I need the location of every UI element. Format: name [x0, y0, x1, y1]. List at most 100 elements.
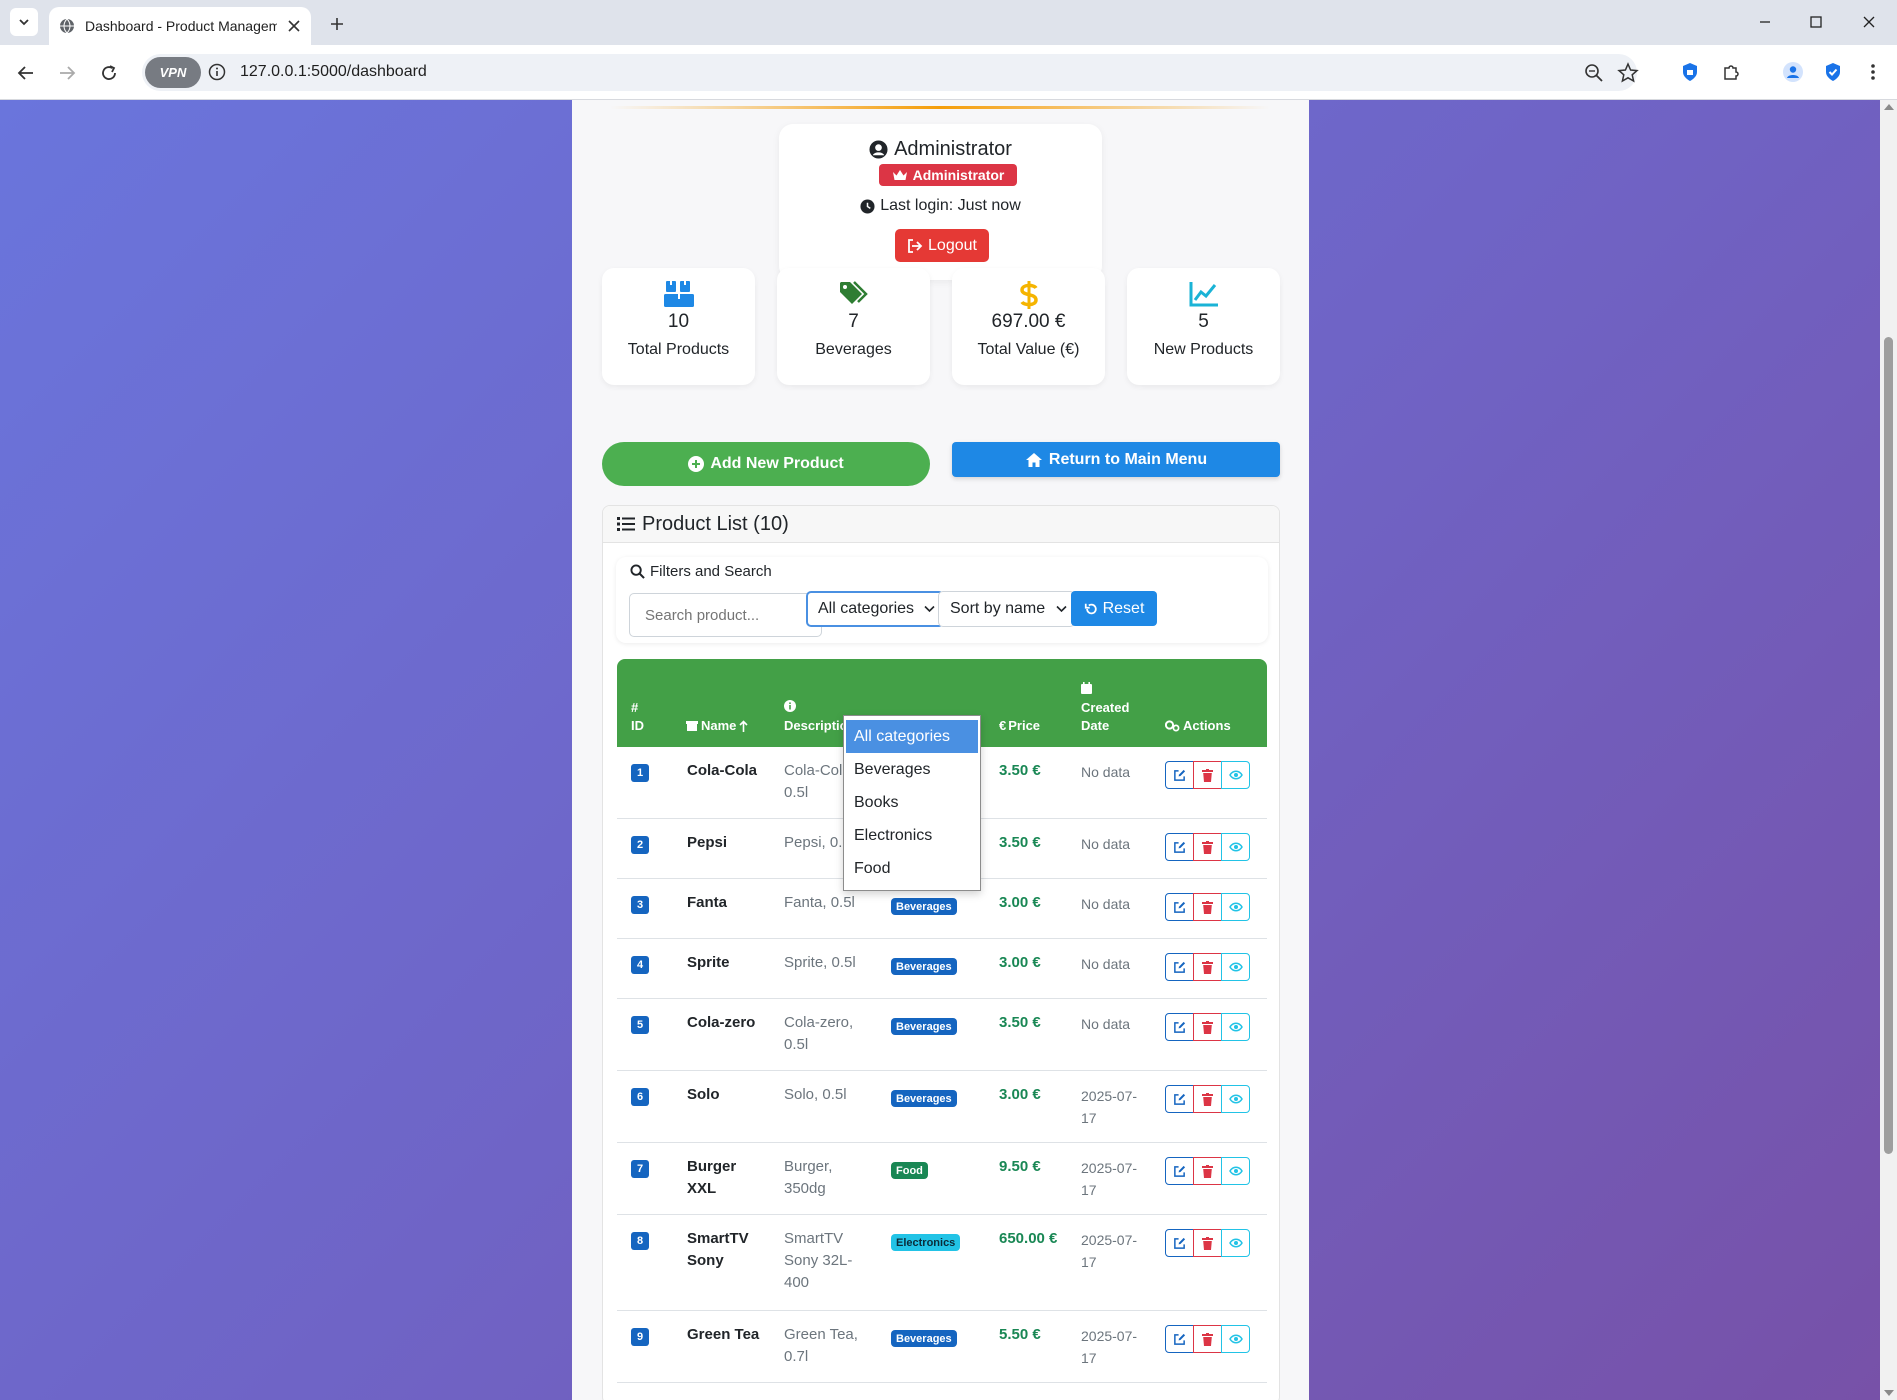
- info-icon[interactable]: [208, 63, 226, 81]
- stat-label: Beverages: [815, 341, 892, 358]
- puzzle-extensions-icon[interactable]: [1718, 59, 1744, 85]
- delete-button[interactable]: [1193, 1157, 1222, 1185]
- category-select[interactable]: All categories: [806, 591, 944, 627]
- row-actions: [1165, 833, 1253, 861]
- edit-button[interactable]: [1165, 1325, 1194, 1353]
- view-button[interactable]: [1221, 1013, 1250, 1041]
- product-list-header: Product List (10): [603, 506, 1279, 543]
- browser-menu-button[interactable]: [1860, 59, 1886, 85]
- new-tab-button[interactable]: [323, 10, 351, 38]
- view-button[interactable]: [1221, 1085, 1250, 1113]
- edit-button[interactable]: [1165, 953, 1194, 981]
- forward-button[interactable]: [52, 58, 82, 88]
- reload-button[interactable]: [94, 58, 124, 88]
- user-card: Administrator Administrator Last login: …: [779, 124, 1102, 280]
- tab-search-button[interactable]: [10, 8, 38, 36]
- zoom-icon[interactable]: [1583, 62, 1605, 84]
- view-button[interactable]: [1221, 1229, 1250, 1257]
- delete-button[interactable]: [1193, 1013, 1222, 1041]
- scrollbar-thumb[interactable]: [1884, 337, 1893, 1154]
- delete-button[interactable]: [1193, 1085, 1222, 1113]
- address-bar[interactable]: VPN 127.0.0.1:5000/dashboard: [142, 54, 1639, 91]
- url-text[interactable]: 127.0.0.1:5000/dashboard: [240, 63, 427, 81]
- column-header-id[interactable]: # ID: [631, 699, 644, 735]
- return-to-main-menu-button[interactable]: Return to Main Menu: [952, 442, 1280, 477]
- bookmark-star-icon[interactable]: [1617, 62, 1639, 84]
- plus-icon: [331, 18, 343, 30]
- profile-icon[interactable]: [1780, 59, 1806, 85]
- created-date: No data: [1081, 1016, 1131, 1032]
- scroll-down-arrow-icon[interactable]: [1884, 1390, 1894, 1396]
- delete-button[interactable]: [1193, 761, 1222, 789]
- edit-icon: [1174, 1021, 1186, 1033]
- view-button[interactable]: [1221, 953, 1250, 981]
- column-header-description[interactable]: Description: [784, 699, 844, 735]
- view-button[interactable]: [1221, 761, 1250, 789]
- category-option[interactable]: Food: [844, 852, 980, 885]
- product-price: 3.50 €: [999, 1014, 1041, 1031]
- delete-button[interactable]: [1193, 893, 1222, 921]
- category-option[interactable]: Books: [844, 786, 980, 819]
- edit-button[interactable]: [1165, 1229, 1194, 1257]
- plus-circle-icon: [688, 456, 705, 472]
- product-description: SmartTV Sony 32L-400: [784, 1230, 853, 1291]
- view-button[interactable]: [1221, 1157, 1250, 1185]
- minimize-button[interactable]: [1741, 6, 1789, 38]
- id-badge: 6: [631, 1088, 649, 1106]
- logout-button[interactable]: Logout: [895, 229, 989, 262]
- created-date: No data: [1081, 836, 1131, 852]
- category-option[interactable]: All categories: [846, 720, 978, 753]
- edit-icon: [1174, 961, 1186, 973]
- category-option[interactable]: Electronics: [844, 819, 980, 852]
- security-shield-icon[interactable]: [1820, 59, 1846, 85]
- category-select-value: All categories: [818, 600, 915, 617]
- delete-button[interactable]: [1193, 953, 1222, 981]
- delete-button[interactable]: [1193, 833, 1222, 861]
- shield-extension-icon[interactable]: [1677, 59, 1703, 85]
- created-date: No data: [1081, 764, 1131, 780]
- column-header-created-date[interactable]: Created Date: [1081, 681, 1151, 735]
- sort-select[interactable]: Sort by name: [938, 591, 1075, 627]
- edit-button[interactable]: [1165, 833, 1194, 861]
- delete-button[interactable]: [1193, 1229, 1222, 1257]
- edit-button[interactable]: [1165, 1157, 1194, 1185]
- list-icon: [617, 517, 635, 531]
- arrow-left-icon: [17, 66, 33, 80]
- row-actions: [1165, 953, 1253, 981]
- eye-icon: [1228, 1238, 1243, 1248]
- box-icon: [686, 721, 698, 731]
- dollar-icon: [1019, 281, 1038, 309]
- column-header-name[interactable]: Name: [686, 717, 748, 735]
- maximize-button[interactable]: [1792, 6, 1840, 38]
- view-button[interactable]: [1221, 1325, 1250, 1353]
- vpn-button[interactable]: VPN: [145, 57, 201, 88]
- edit-button[interactable]: [1165, 893, 1194, 921]
- stat-value: 697.00 €: [991, 311, 1066, 332]
- page-viewport: Administrator Administrator Last login: …: [0, 100, 1880, 1400]
- search-input[interactable]: [629, 593, 822, 637]
- category-badge: Beverages: [891, 958, 957, 975]
- view-button[interactable]: [1221, 893, 1250, 921]
- edit-button[interactable]: [1165, 1085, 1194, 1113]
- scroll-up-arrow-icon[interactable]: [1884, 104, 1894, 110]
- add-new-product-button[interactable]: Add New Product: [602, 442, 930, 486]
- page-scrollbar[interactable]: [1880, 100, 1897, 1400]
- trash-icon: [1202, 1332, 1213, 1346]
- table-row: 7 Burger XXL Burger, 350dg Food 9.50 € 2025-0…: [617, 1143, 1267, 1215]
- close-icon[interactable]: [287, 19, 301, 33]
- category-option[interactable]: Beverages: [844, 753, 980, 786]
- delete-button[interactable]: [1193, 1325, 1222, 1353]
- product-name: Cola-zero: [687, 1014, 756, 1031]
- edit-button[interactable]: [1165, 761, 1194, 789]
- reset-button[interactable]: Reset: [1071, 591, 1157, 626]
- back-button[interactable]: [11, 58, 41, 88]
- column-header-price[interactable]: € Price: [999, 717, 1040, 735]
- view-button[interactable]: [1221, 833, 1250, 861]
- id-badge: 4: [631, 956, 649, 974]
- edit-button[interactable]: [1165, 1013, 1194, 1041]
- product-description: Fanta, 0.5l: [784, 894, 855, 911]
- maximize-icon: [1810, 16, 1822, 28]
- product-name: SmartTV Sony: [687, 1230, 749, 1269]
- browser-tab-dashboard[interactable]: Dashboard - Product Management: [49, 7, 311, 45]
- close-window-button[interactable]: [1845, 6, 1893, 38]
